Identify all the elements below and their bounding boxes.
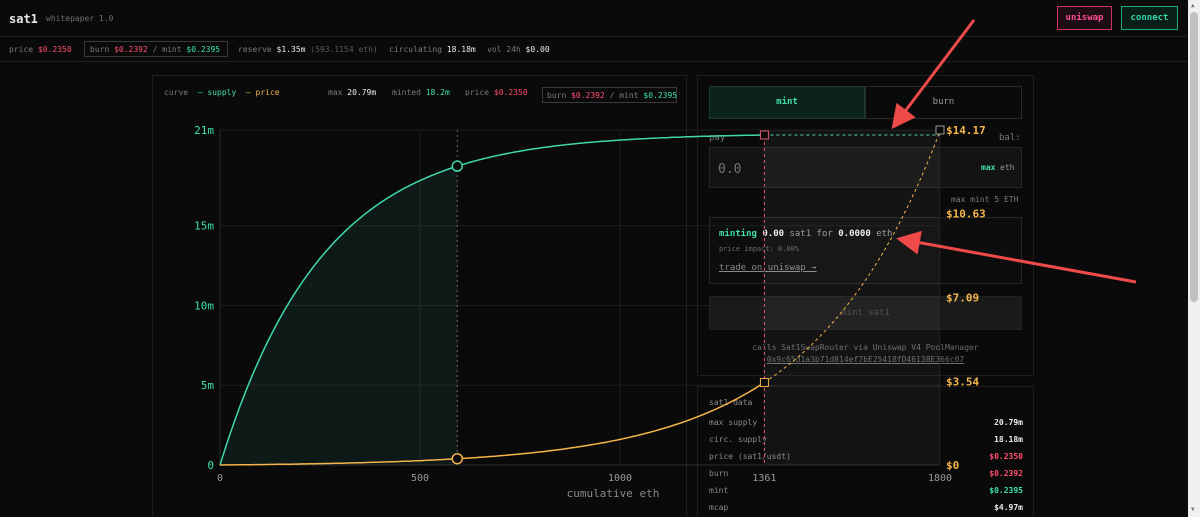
stat-price-value: $0.2350 <box>37 45 72 54</box>
whitepaper-link[interactable]: whitepaper 1.0 <box>46 14 113 23</box>
stat-reserve: reserve $1.35m (593.1154 eth) <box>238 45 378 54</box>
router-address-link[interactable]: 0x9c65d1a3b71d814ef7bE25418fD46138E366c0… <box>709 355 1022 364</box>
chart-burn-label: burn <box>547 91 567 100</box>
quote-line: minting 0.00 sat1 for 0.0000 eth <box>719 229 892 239</box>
stat-vol-label: vol 24h <box>487 45 521 54</box>
connect-button[interactable]: connect <box>1121 6 1178 30</box>
data-row-value: $0.2350 <box>989 452 1023 461</box>
scroll-up-icon[interactable]: ▲ <box>1191 2 1195 9</box>
data-row-key: price (sat1/usdt) <box>709 452 791 461</box>
pay-field: max eth <box>709 147 1022 188</box>
max-mint-label: max mint 5 ETH <box>951 195 1019 204</box>
quote-box: minting 0.00 sat1 for 0.0000 eth price i… <box>709 217 1022 284</box>
quote-minting: minting <box>719 229 757 239</box>
stat-reserve-eth: (593.1154 eth) <box>310 45 378 54</box>
legend-curve: curve <box>164 88 189 97</box>
chart-price: price $0.2350 <box>465 88 528 97</box>
stat-reserve-label: reserve <box>238 45 272 54</box>
chart-panel <box>152 75 687 517</box>
chart-mint-label: mint <box>619 91 639 100</box>
stat-sep: / <box>152 45 158 54</box>
router-info: calls Sat1SwapRouter via Uniswap V4 Pool… <box>752 343 979 352</box>
quote-mint-amount: 0.00 <box>762 229 785 239</box>
price-impact: price impact: 0.00% <box>719 245 800 253</box>
chart-minted-label: minted <box>392 88 421 97</box>
top-bar: sat1 whitepaper 1.0 uniswap connect <box>0 0 1188 37</box>
pay-label: pay <box>709 133 726 143</box>
scroll-down-icon[interactable]: ▼ <box>1191 506 1195 513</box>
chart-sep: / <box>609 91 615 100</box>
chart-max: max 20.79m <box>328 88 376 97</box>
chart-legend: curve — supply — price <box>164 88 280 97</box>
balance-label: bal: <box>999 133 1021 143</box>
chart-max-label: max <box>328 88 343 97</box>
quote-eth-unit: eth <box>876 229 893 239</box>
legend-supply: — supply <box>197 88 237 97</box>
data-row-value: $4.97m <box>994 503 1023 512</box>
scroll-thumb[interactable] <box>1190 12 1198 302</box>
stat-mint-label: mint <box>162 45 182 54</box>
data-row-key: mint <box>709 486 729 495</box>
data-row-key: burn <box>709 469 729 478</box>
data-row-value: $0.2395 <box>989 486 1023 495</box>
stat-burn-mint: burn $0.2392 / mint $0.2395 <box>90 45 220 54</box>
stat-mint-value: $0.2395 <box>186 45 221 54</box>
stat-vol: vol 24h $0.00 <box>487 45 550 54</box>
chart-max-value: 20.79m <box>347 88 377 97</box>
pay-input[interactable] <box>718 159 918 179</box>
stat-price: price $0.2350 <box>9 45 72 54</box>
data-title: sat1 data <box>709 398 753 407</box>
eth-unit: eth <box>1000 163 1015 172</box>
max-button[interactable]: max <box>981 163 995 172</box>
data-row-key: max supply <box>709 418 758 427</box>
stat-circulating: circulating 18.18m <box>389 45 476 54</box>
chart-mint-value: $0.2395 <box>643 91 678 100</box>
data-row-key: circ. supply <box>709 435 767 444</box>
data-row-key: mcap <box>709 503 729 512</box>
stat-vol-value: $0.00 <box>525 45 550 54</box>
stat-circulating-label: circulating <box>389 45 442 54</box>
chart-price-label: price <box>465 88 490 97</box>
scrollbar[interactable]: ▲ ▼ <box>1188 0 1200 517</box>
uniswap-button[interactable]: uniswap <box>1057 6 1112 30</box>
stat-circulating-value: 18.18m <box>446 45 476 54</box>
chart-burn-mint: burn $0.2392 / mint $0.2395 <box>547 91 677 100</box>
stat-burn-value: $0.2392 <box>114 45 148 54</box>
data-row-value: $0.2392 <box>989 469 1023 478</box>
data-row-value: 18.18m <box>994 435 1023 444</box>
chart-price-value: $0.2350 <box>493 88 528 97</box>
chart-minted-value: 18.2m <box>425 88 450 97</box>
tab-burn[interactable]: burn <box>865 86 1022 119</box>
stat-reserve-value: $1.35m <box>276 45 306 54</box>
quote-mint-unit: sat1 for <box>789 229 833 239</box>
data-row-value: 20.79m <box>994 418 1023 427</box>
tab-mint[interactable]: mint <box>709 86 865 119</box>
legend-price: — price <box>245 88 280 97</box>
quote-eth-amount: 0.0000 <box>838 229 871 239</box>
trade-on-uniswap-link[interactable]: trade on uniswap → <box>719 263 817 273</box>
stat-burn-label: burn <box>90 45 110 54</box>
chart-minted: minted 18.2m <box>392 88 450 97</box>
brand-title[interactable]: sat1 <box>9 12 38 26</box>
chart-burn-value: $0.2392 <box>571 91 605 100</box>
mint-submit-button[interactable]: mint sat1 <box>709 296 1022 330</box>
stat-price-label: price <box>9 45 34 54</box>
